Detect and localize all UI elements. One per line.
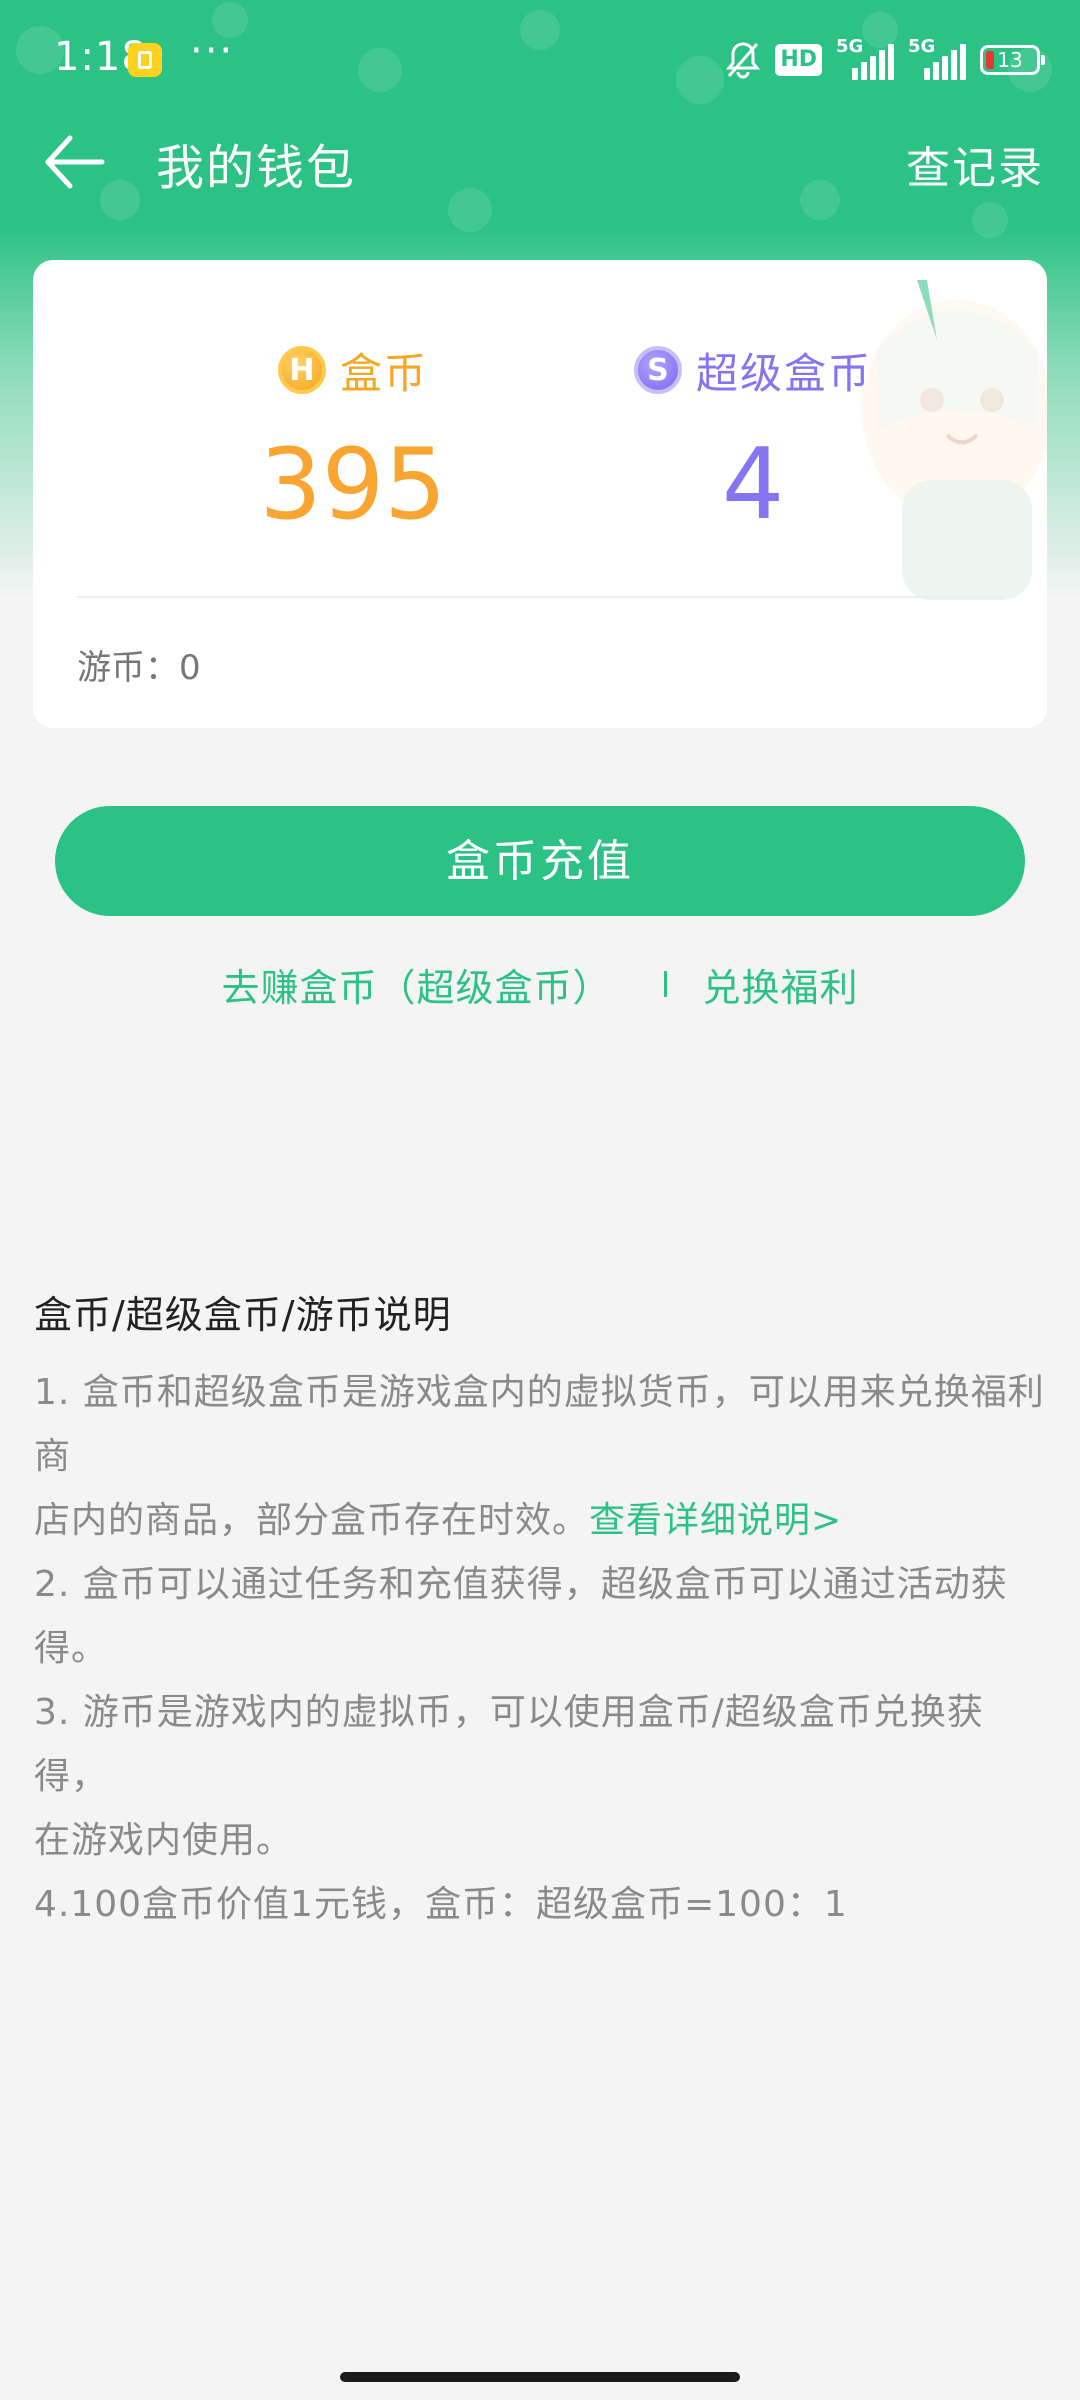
coins-header: H 盒币 xyxy=(163,340,543,400)
explanation-item-3a: 3. 游币是游戏内的虚拟币，可以使用盒币/超级盒币兑换获得， xyxy=(34,1692,984,1797)
bell-off-icon xyxy=(725,40,761,80)
coins-label: 盒币 xyxy=(339,348,428,398)
secondary-links: 去赚盒币（超级盒币） 兑换福利 xyxy=(0,954,1080,1014)
view-details-link[interactable]: 查看详细说明> xyxy=(589,1500,842,1541)
game-coins-balance: 游币：0 xyxy=(77,648,201,688)
super-coins-header: S 超级盒币 xyxy=(563,340,943,400)
back-button[interactable] xyxy=(40,124,110,200)
explanation-item-4: 4.100盒币价值1元钱，盒币：超级盒币=100：1 xyxy=(34,1884,848,1925)
link-separator xyxy=(663,971,667,997)
signal-icon-2: 5G xyxy=(908,36,966,80)
explanation-section: 盒币/超级盒币/游币说明 1. 盒币和超级盒币是游戏盒内的虚拟货币，可以用来兑换… xyxy=(34,1284,1054,1937)
gold-coin-icon: H xyxy=(277,346,326,394)
earn-coins-link[interactable]: 去赚盒币（超级盒币） xyxy=(221,957,611,1012)
records-link[interactable]: 查记录 xyxy=(906,132,1044,196)
arrow-left-icon xyxy=(45,135,105,189)
card-divider xyxy=(77,596,1003,598)
explanation-item-1b: 店内的商品，部分盒币存在时效。查看详细说明> xyxy=(34,1489,1054,1553)
explanation-item-1b-text: 店内的商品，部分盒币存在时效。 xyxy=(34,1500,590,1541)
super-coins-label: 超级盒币 xyxy=(695,348,872,398)
status-bar: 1:18 ··· HD 5G 5G 13 xyxy=(0,0,1080,124)
more-notifications-icon: ··· xyxy=(190,28,235,74)
signal-icon-1: 5G xyxy=(836,36,894,80)
wallet-page: 1:18 ··· HD 5G 5G 13 我的钱包 查记录 H 盒币 395 S… xyxy=(0,0,1080,2400)
coins-balance: H 盒币 395 xyxy=(163,340,543,540)
explanation-item-3b: 在游戏内使用。 xyxy=(34,1820,294,1861)
coins-value: 395 xyxy=(259,428,447,542)
page-title: 我的钱包 xyxy=(156,140,357,196)
explanation-title: 盒币/超级盒币/游币说明 xyxy=(34,1293,452,1337)
home-indicator[interactable] xyxy=(340,2372,740,2382)
hd-voice-badge: HD xyxy=(775,44,822,76)
super-coins-balance: S 超级盒币 4 xyxy=(563,340,943,540)
battery-icon: 13 xyxy=(980,45,1045,75)
violet-coin-icon: S xyxy=(633,346,682,394)
balance-card: H 盒币 395 S 超级盒币 4 游币：0 xyxy=(33,260,1047,728)
notification-app-icon xyxy=(128,43,162,77)
redeem-benefits-link[interactable]: 兑换福利 xyxy=(703,957,859,1012)
super-coins-value: 4 xyxy=(721,428,785,542)
status-indicators: HD 5G 5G 13 xyxy=(711,36,1045,82)
recharge-button[interactable]: 盒币充值 xyxy=(55,806,1025,916)
explanation-item-1a: 1. 盒币和超级盒币是游戏盒内的虚拟货币，可以用来兑换福利商 xyxy=(34,1372,1045,1477)
explanation-item-2: 2. 盒币可以通过任务和充值获得，超级盒币可以通过活动获得。 xyxy=(34,1564,1008,1669)
